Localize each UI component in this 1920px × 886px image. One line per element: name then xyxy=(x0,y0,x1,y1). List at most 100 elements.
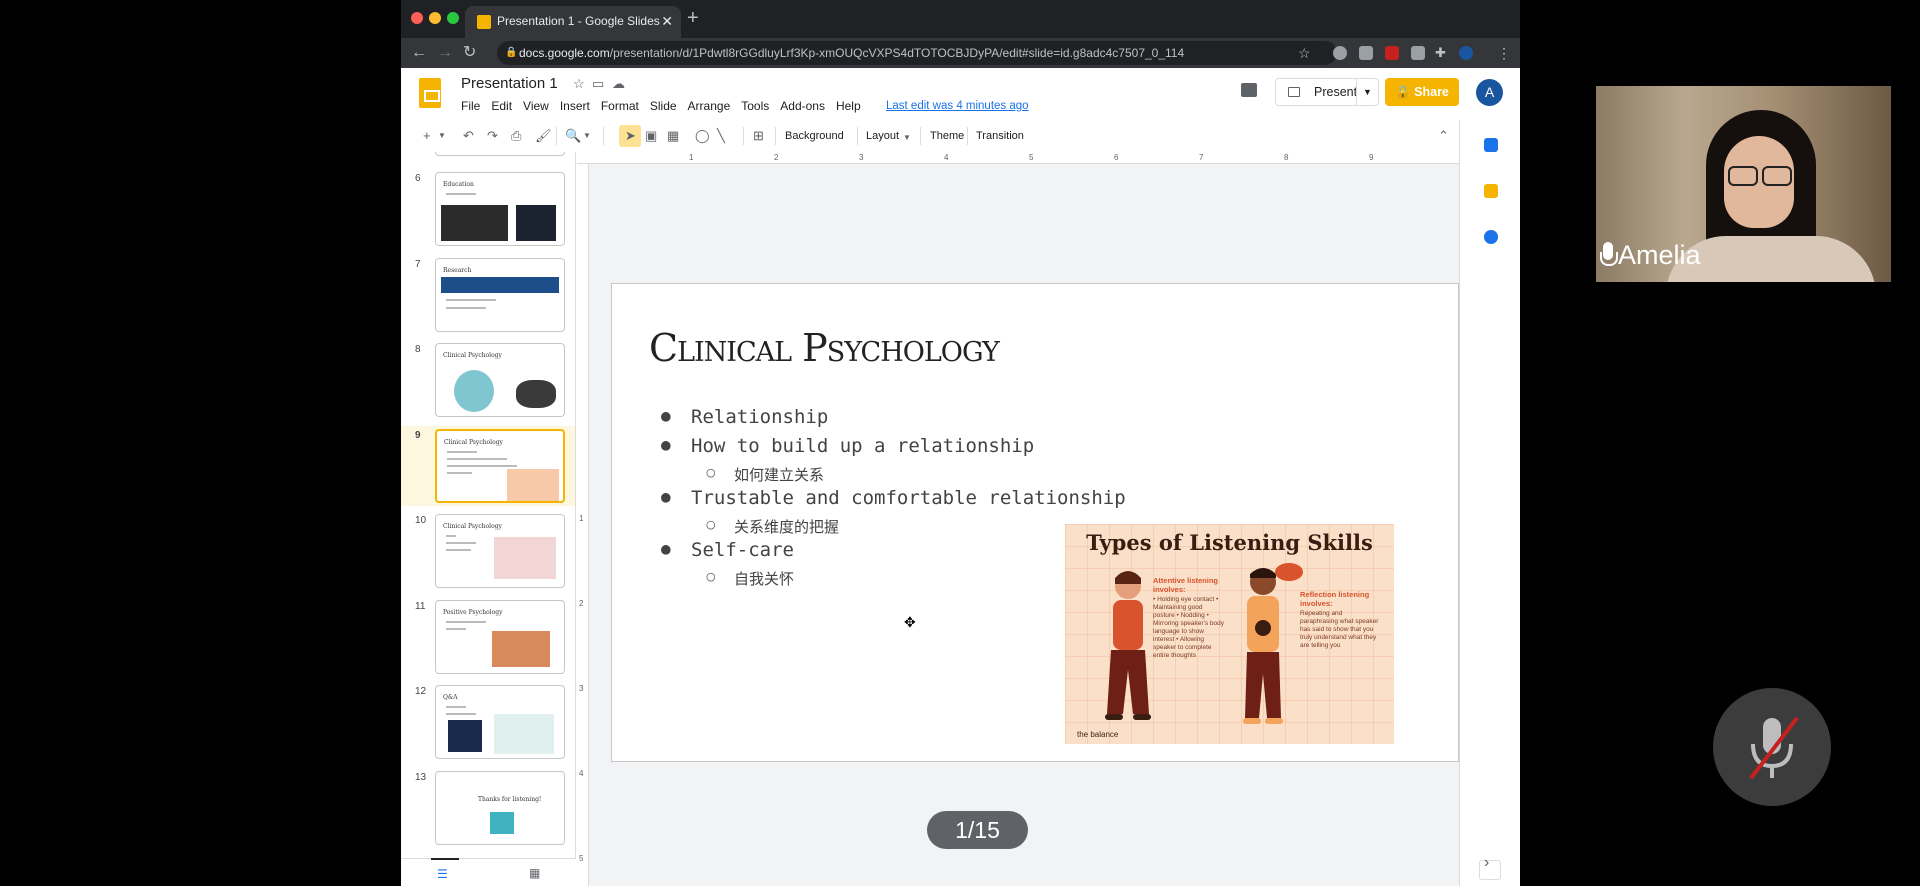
menu-addons[interactable]: Add-ons xyxy=(780,99,825,113)
list-view-icon[interactable]: ☰ xyxy=(431,858,459,881)
collapse-icon[interactable]: ⌃ xyxy=(1438,127,1449,145)
menu-file[interactable]: File xyxy=(461,99,480,113)
new-tab-button[interactable]: + xyxy=(687,8,699,28)
vertical-ruler[interactable]: 1 2 3 4 5 xyxy=(577,164,589,886)
thumbnail-image xyxy=(490,812,514,834)
calendar-icon[interactable] xyxy=(1484,138,1498,152)
slide-thumbnail-selected[interactable]: Clinical Psychology xyxy=(435,429,565,503)
grid-view-icon[interactable]: ▦ xyxy=(529,866,540,880)
back-icon[interactable]: ← xyxy=(411,43,427,63)
cursor-icon[interactable]: ➤ xyxy=(625,127,636,145)
slide-thumbnail[interactable]: Education xyxy=(435,172,565,246)
screen: Presentation 1 - Google Slides ✕ + ← → ↻… xyxy=(0,0,1920,886)
current-slide[interactable]: Clinical Psychology ● Relationship ● How t… xyxy=(611,283,1459,762)
move-folder-icon[interactable]: ▭ xyxy=(592,76,604,92)
menu-insert[interactable]: Insert xyxy=(560,99,590,113)
extension-icon[interactable] xyxy=(1333,46,1347,60)
ruler-tick-label: 4 xyxy=(579,769,584,778)
slide-thumbnail[interactable]: Positive Psychology xyxy=(435,600,565,674)
layout-button[interactable]: Layout xyxy=(866,128,899,144)
sub-bullet-item[interactable]: ○ 自我关怀 xyxy=(706,568,794,589)
slide-thumbnail[interactable]: Research xyxy=(435,258,565,332)
slide-thumbnail[interactable]: Thanks for listening! xyxy=(435,771,565,845)
thumbnail-title: Education xyxy=(443,181,474,188)
menu-slide[interactable]: Slide xyxy=(650,99,677,113)
listening-skills-image[interactable]: Types of Listening Skills Attentive list… xyxy=(1065,524,1394,744)
slide-thumbnail[interactable] xyxy=(435,152,565,156)
slide-thumbnail[interactable]: Clinical Psychology xyxy=(435,343,565,417)
print-icon[interactable]: ⎙ xyxy=(511,127,521,145)
menu-arrange[interactable]: Arrange xyxy=(688,99,731,113)
forward-icon[interactable]: → xyxy=(437,43,453,63)
thumbnail-image xyxy=(441,277,559,293)
mute-button[interactable] xyxy=(1713,688,1831,806)
slides-logo-icon[interactable] xyxy=(419,78,441,108)
close-tab-icon[interactable]: ✕ xyxy=(661,6,673,36)
redo-icon[interactable]: ↷ xyxy=(487,127,498,145)
line-icon[interactable]: ╲ xyxy=(717,127,725,145)
bullet-item[interactable]: ● Trustable and comfortable relationship xyxy=(661,487,1126,509)
transition-button[interactable]: Transition xyxy=(976,128,1024,144)
paint-format-icon[interactable]: 🖌 xyxy=(535,127,552,145)
browser-tab[interactable]: Presentation 1 - Google Slides ✕ xyxy=(465,6,681,38)
document-title[interactable]: Presentation 1 xyxy=(461,75,558,92)
slide-thumbnail[interactable]: Clinical Psychology xyxy=(435,514,565,588)
bullet-item[interactable]: ● Relationship xyxy=(661,406,829,428)
share-button[interactable]: 🔒 Share xyxy=(1385,78,1459,106)
bullet-item[interactable]: ● Self-care xyxy=(661,539,794,561)
last-edit-link[interactable]: Last edit was 4 minutes ago xyxy=(886,100,1029,112)
menu-view[interactable]: View xyxy=(523,99,549,113)
sub-bullet-text: 如何建立关系 xyxy=(734,466,825,484)
bullet-item[interactable]: ● How to build up a relationship xyxy=(661,435,1034,457)
thumbnail-image xyxy=(448,720,482,752)
menu-edit[interactable]: Edit xyxy=(491,99,512,113)
bookmark-star-icon[interactable]: ☆ xyxy=(1298,43,1311,63)
puzzle-icon[interactable]: ✚ xyxy=(1435,43,1446,63)
slide-title[interactable]: Clinical Psychology xyxy=(649,326,1000,370)
chevron-down-icon[interactable]: ▼ xyxy=(1356,79,1378,105)
url-input[interactable]: 🔒 docs.google.com/presentation/d/1Pdwtl8… xyxy=(497,41,1337,65)
explore-icon[interactable] xyxy=(1479,860,1501,880)
comment-history-icon[interactable] xyxy=(1241,83,1257,97)
slide-thumbnail[interactable]: Q&A xyxy=(435,685,565,759)
video-participant-tile[interactable]: Amelia xyxy=(1596,86,1891,282)
sub-bullet-item[interactable]: ○ 如何建立关系 xyxy=(706,464,825,485)
reflection-listening-text: Repeating and paraphrasing what speaker … xyxy=(1300,610,1379,649)
chevron-down-icon[interactable]: ▼ xyxy=(583,127,591,145)
shape-icon[interactable]: ◯ xyxy=(695,127,710,145)
more-menu-icon[interactable]: ⋮ xyxy=(1497,43,1511,63)
keep-icon[interactable] xyxy=(1484,184,1498,198)
horizontal-ruler[interactable]: 1 2 3 4 5 6 7 8 9 xyxy=(577,152,1520,164)
sub-bullet-item[interactable]: ○ 关系维度的把握 xyxy=(706,516,839,537)
menu-bar: File Edit View Insert Format Slide Arrange Tool… xyxy=(461,99,872,113)
chevron-down-icon[interactable]: ▼ xyxy=(903,129,911,147)
bullet-text: Relationship xyxy=(691,406,829,428)
menu-help[interactable]: Help xyxy=(836,99,861,113)
chevron-right-icon[interactable]: › xyxy=(1484,854,1489,872)
close-window-button[interactable] xyxy=(411,12,423,24)
extension-icon[interactable] xyxy=(1411,46,1425,60)
chevron-down-icon[interactable]: ▼ xyxy=(438,127,446,145)
add-comment-icon[interactable]: ⊞ xyxy=(753,127,764,145)
image-icon[interactable]: ▦ xyxy=(667,127,679,145)
undo-icon[interactable]: ↶ xyxy=(463,127,474,145)
text-box-icon[interactable]: ▣ xyxy=(645,127,657,145)
extension-icon[interactable] xyxy=(1385,46,1399,60)
menu-tools[interactable]: Tools xyxy=(741,99,769,113)
toolbar-divider xyxy=(556,127,557,145)
maximize-window-button[interactable] xyxy=(447,12,459,24)
reload-icon[interactable]: ↻ xyxy=(463,43,476,63)
new-slide-icon[interactable]: + xyxy=(423,127,431,145)
slide-canvas[interactable]: 1 2 3 4 5 6 7 8 9 1 2 3 4 5 Clinical Psy… xyxy=(577,152,1520,886)
background-button[interactable]: Background xyxy=(785,128,844,144)
star-icon[interactable]: ☆ xyxy=(573,76,585,92)
present-button[interactable]: Present ▼ xyxy=(1275,78,1379,106)
avatar[interactable]: A xyxy=(1476,79,1503,106)
tasks-icon[interactable] xyxy=(1484,230,1498,244)
profile-icon[interactable] xyxy=(1459,46,1473,60)
theme-button[interactable]: Theme xyxy=(930,128,964,144)
minimize-window-button[interactable] xyxy=(429,12,441,24)
menu-format[interactable]: Format xyxy=(601,99,639,113)
zoom-icon[interactable]: 🔍 xyxy=(565,127,581,145)
extension-icon[interactable] xyxy=(1359,46,1373,60)
